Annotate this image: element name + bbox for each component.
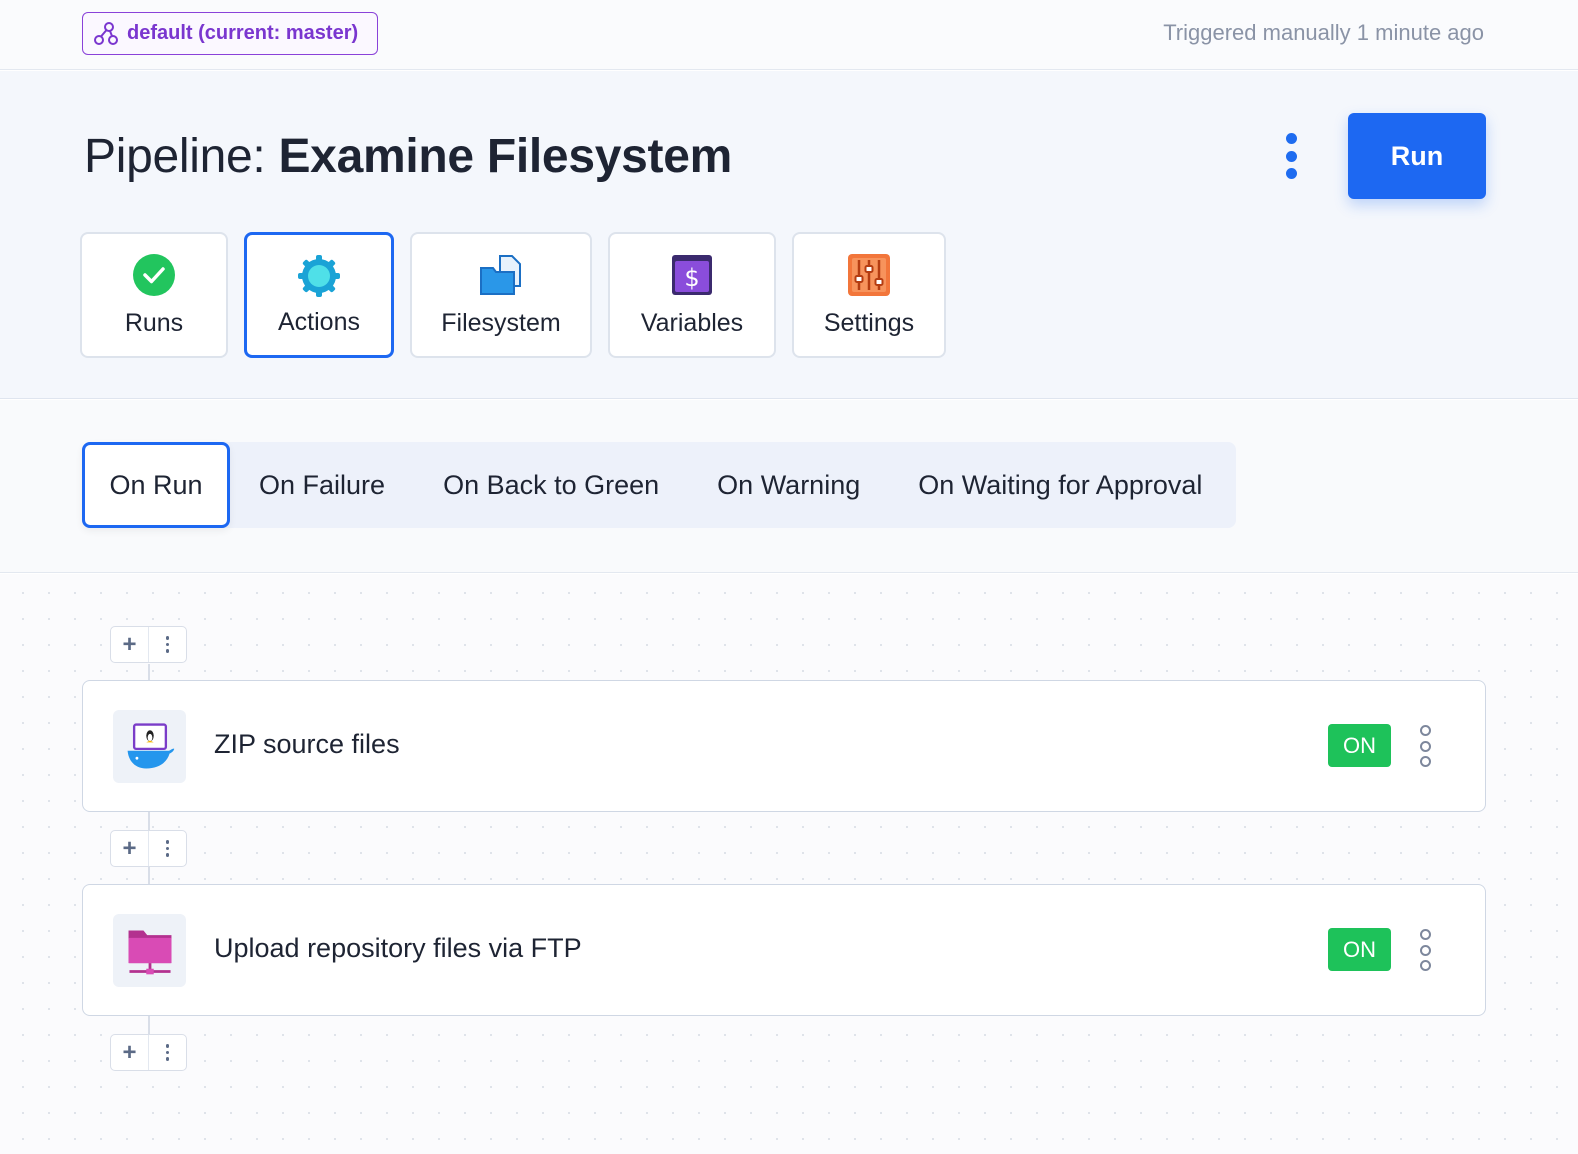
pipeline-header: Pipeline: Examine Filesystem Run Runs Ac…	[0, 71, 1578, 399]
trigger-tab-on-warning[interactable]: On Warning	[688, 442, 889, 528]
action-menu-icon[interactable]	[1418, 725, 1432, 767]
tab-settings[interactable]: Settings	[792, 232, 946, 358]
pipeline-name: Examine Filesystem	[278, 130, 732, 183]
kebab-menu-icon[interactable]	[1280, 133, 1302, 179]
check-circle-icon	[133, 254, 175, 296]
tab-label: Runs	[124, 309, 184, 337]
triggered-status: Triggered manually 1 minute ago	[1163, 20, 1484, 45]
tab-runs[interactable]: Runs	[80, 232, 228, 358]
action-row[interactable]: ZIP source files ON	[82, 680, 1486, 812]
branch-selector[interactable]: default (current: master)	[82, 12, 378, 55]
sliders-icon	[848, 254, 890, 296]
trigger-tab-on-waiting-for-approval[interactable]: On Waiting for Approval	[889, 442, 1231, 528]
tab-label: Filesystem	[441, 309, 561, 337]
trigger-section: On Run On Failure On Back to Green On Wa…	[0, 400, 1578, 573]
add-action-control: +	[110, 1034, 187, 1071]
action-name: Upload repository files via FTP	[214, 933, 582, 963]
trigger-tab-on-failure[interactable]: On Failure	[230, 442, 414, 528]
add-action-control: +	[110, 830, 187, 867]
add-action-button[interactable]: +	[111, 627, 149, 662]
action-row[interactable]: Upload repository files via FTP ON	[82, 884, 1486, 1016]
connector-line	[148, 866, 150, 884]
add-action-button[interactable]: +	[111, 831, 149, 866]
add-action-control: +	[110, 626, 187, 663]
run-button[interactable]: Run	[1348, 113, 1486, 199]
tab-filesystem[interactable]: Filesystem	[410, 232, 592, 358]
add-action-button[interactable]: +	[111, 1035, 149, 1070]
title-prefix: Pipeline:	[84, 130, 279, 183]
trigger-tabs: On Run On Failure On Back to Green On Wa…	[82, 442, 1236, 528]
tab-label: Actions	[278, 308, 360, 336]
tab-label: Settings	[823, 309, 915, 337]
top-bar: default (current: master) Triggered manu…	[0, 0, 1578, 70]
ftp-folder-icon	[113, 914, 186, 987]
action-name: ZIP source files	[214, 729, 400, 759]
branch-label: default (current: master)	[127, 22, 359, 44]
tab-actions[interactable]: Actions	[244, 232, 394, 358]
tab-label: Variables	[640, 309, 744, 337]
action-status-toggle[interactable]: ON	[1328, 928, 1391, 971]
tab-variables[interactable]: $ Variables	[608, 232, 776, 358]
add-action-menu-icon[interactable]	[149, 831, 186, 866]
git-branch-icon	[94, 21, 118, 45]
action-status-toggle[interactable]: ON	[1328, 724, 1391, 767]
action-menu-icon[interactable]	[1418, 929, 1432, 971]
trigger-tab-on-back-to-green[interactable]: On Back to Green	[414, 442, 688, 528]
actions-canvas: + ZIP source files ON + Upload repositor…	[0, 574, 1578, 1154]
add-action-menu-icon[interactable]	[149, 1035, 186, 1070]
page-title: Pipeline: Examine Filesystem	[84, 129, 732, 184]
svg-text:$: $	[684, 264, 699, 292]
add-action-menu-icon[interactable]	[149, 627, 186, 662]
pipeline-tabs: Runs Actions Filesystem $ Variables Sett…	[80, 232, 946, 358]
folder-file-icon	[480, 255, 521, 295]
trigger-tab-on-run[interactable]: On Run	[82, 442, 230, 528]
dollar-icon: $	[672, 255, 712, 295]
gear-icon	[298, 255, 340, 297]
docker-linux-icon	[113, 710, 186, 783]
